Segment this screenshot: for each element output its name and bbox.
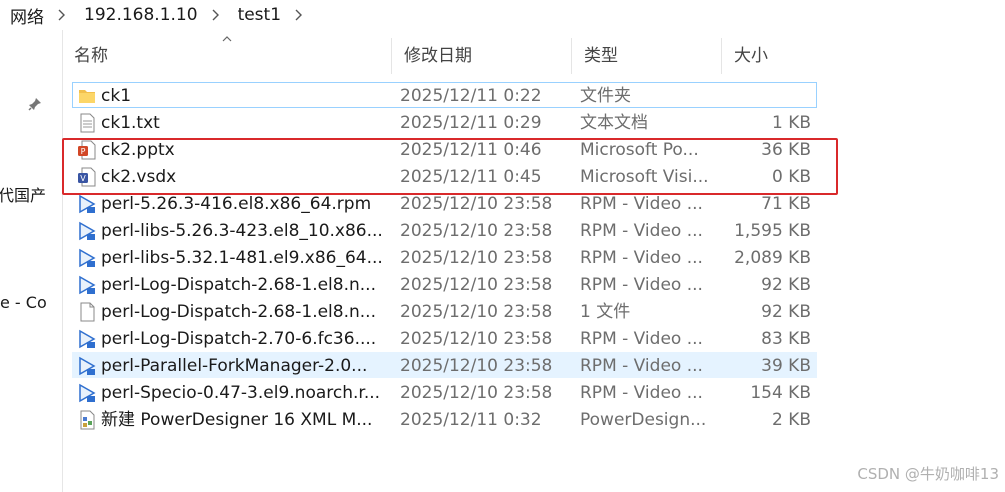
file-date: 2025/12/10 23:58 bbox=[400, 329, 553, 349]
navigation-pane: 代国产 e - Co bbox=[0, 30, 63, 492]
file-size: 1,595 KB bbox=[734, 221, 811, 241]
table-row[interactable]: perl-libs-5.26.3-423.el8_10.x86... 2025/… bbox=[72, 217, 817, 243]
table-row[interactable]: ck1.txt 2025/12/11 0:29 文本文档 1 KB bbox=[72, 109, 817, 135]
highlight-annotation-box bbox=[62, 138, 838, 195]
file-date: 2025/12/11 0:32 bbox=[400, 410, 542, 430]
file-name: perl-Log-Dispatch-2.68-1.el8.n... bbox=[101, 302, 376, 322]
file-type: PowerDesign... bbox=[580, 410, 707, 430]
video-file-icon bbox=[77, 194, 97, 214]
text-file-icon bbox=[77, 113, 97, 133]
column-header-type[interactable]: 类型 bbox=[572, 38, 722, 74]
file-type: RPM - Video ... bbox=[580, 329, 703, 349]
file-type: RPM - Video ... bbox=[580, 356, 703, 376]
file-name: 新建 PowerDesigner 16 XML M... bbox=[101, 410, 373, 430]
blank-file-icon bbox=[77, 302, 97, 322]
file-date: 2025/12/11 0:29 bbox=[400, 113, 542, 133]
column-header-name[interactable]: 名称 bbox=[62, 38, 392, 74]
file-size: 154 KB bbox=[750, 383, 811, 403]
file-size bbox=[728, 83, 811, 109]
video-file-icon bbox=[77, 356, 97, 376]
file-date: 2025/12/10 23:58 bbox=[400, 221, 553, 241]
table-row[interactable]: ck1 2025/12/11 0:22 文件夹 bbox=[72, 82, 817, 108]
file-type: RPM - Video ... bbox=[580, 275, 703, 295]
file-date: 2025/12/10 23:58 bbox=[400, 383, 553, 403]
file-size: 92 KB bbox=[761, 302, 811, 322]
file-date: 2025/12/10 23:58 bbox=[400, 275, 553, 295]
file-size: 2,089 KB bbox=[734, 248, 811, 268]
table-row[interactable]: perl-Log-Dispatch-2.70-6.fc36.... 2025/1… bbox=[72, 325, 817, 351]
file-type: RPM - Video ... bbox=[580, 221, 703, 241]
nav-item-partial-1[interactable]: 代国产 bbox=[0, 182, 46, 206]
file-size: 1 KB bbox=[771, 113, 811, 133]
file-name: perl-Parallel-ForkManager-2.0... bbox=[101, 356, 368, 376]
video-file-icon bbox=[77, 383, 97, 403]
file-name: ck1.txt bbox=[101, 113, 160, 133]
table-row[interactable]: perl-Specio-0.47-3.el9.noarch.r... 2025/… bbox=[72, 379, 817, 405]
video-file-icon bbox=[77, 248, 97, 268]
breadcrumb: 网络 192.168.1.10 test1 bbox=[0, 0, 1005, 30]
breadcrumb-item-network[interactable]: 网络 bbox=[0, 3, 50, 28]
file-name: perl-libs-5.32.1-481.el9.x86_64... bbox=[101, 248, 383, 268]
file-type: RPM - Video ... bbox=[580, 383, 703, 403]
pin-icon[interactable] bbox=[28, 96, 42, 115]
column-header-size[interactable]: 大小 bbox=[722, 38, 822, 74]
file-name: ck1 bbox=[101, 86, 132, 106]
file-name: perl-Log-Dispatch-2.70-6.fc36.... bbox=[101, 329, 377, 349]
file-size: 92 KB bbox=[761, 275, 811, 295]
column-header: 名称 修改日期 类型 大小 bbox=[62, 36, 822, 74]
file-type: 1 文件 bbox=[580, 302, 631, 322]
file-date: 2025/12/11 0:22 bbox=[400, 86, 542, 106]
video-file-icon bbox=[77, 221, 97, 241]
watermark: CSDN @牛奶咖啡13 bbox=[857, 465, 999, 483]
file-name: perl-Log-Dispatch-2.68-1.el8.n... bbox=[101, 275, 376, 295]
file-type: RPM - Video ... bbox=[580, 248, 703, 268]
table-row[interactable]: perl-libs-5.32.1-481.el9.x86_64... 2025/… bbox=[72, 244, 817, 270]
table-row[interactable]: perl-Log-Dispatch-2.68-1.el8.n... 2025/1… bbox=[72, 271, 817, 297]
chevron-right-icon[interactable] bbox=[287, 9, 311, 21]
video-file-icon bbox=[77, 275, 97, 295]
file-name: perl-Specio-0.47-3.el9.noarch.r... bbox=[101, 383, 381, 403]
folder-icon bbox=[77, 86, 97, 106]
file-size: 83 KB bbox=[761, 329, 811, 349]
file-size: 2 KB bbox=[771, 410, 811, 430]
file-name: perl-libs-5.26.3-423.el8_10.x86... bbox=[101, 221, 383, 241]
breadcrumb-item-folder[interactable]: test1 bbox=[228, 5, 287, 25]
powerdesigner-icon bbox=[77, 410, 97, 430]
file-date: 2025/12/10 23:58 bbox=[400, 302, 553, 322]
file-date: 2025/12/10 23:58 bbox=[400, 248, 553, 268]
breadcrumb-item-host[interactable]: 192.168.1.10 bbox=[74, 5, 204, 25]
file-type: 文件夹 bbox=[580, 86, 631, 106]
table-row[interactable]: 新建 PowerDesigner 16 XML M... 2025/12/11 … bbox=[72, 406, 817, 432]
chevron-right-icon[interactable] bbox=[50, 9, 74, 21]
table-row[interactable]: perl-Parallel-ForkManager-2.0... 2025/12… bbox=[72, 352, 817, 378]
video-file-icon bbox=[77, 329, 97, 349]
file-type: 文本文档 bbox=[580, 113, 648, 133]
table-row[interactable]: perl-Log-Dispatch-2.68-1.el8.n... 2025/1… bbox=[72, 298, 817, 324]
file-date: 2025/12/10 23:58 bbox=[400, 356, 553, 376]
nav-item-partial-2[interactable]: e - Co bbox=[0, 293, 47, 312]
column-header-date[interactable]: 修改日期 bbox=[392, 38, 572, 74]
chevron-right-icon[interactable] bbox=[204, 9, 228, 21]
file-size: 39 KB bbox=[761, 356, 811, 376]
